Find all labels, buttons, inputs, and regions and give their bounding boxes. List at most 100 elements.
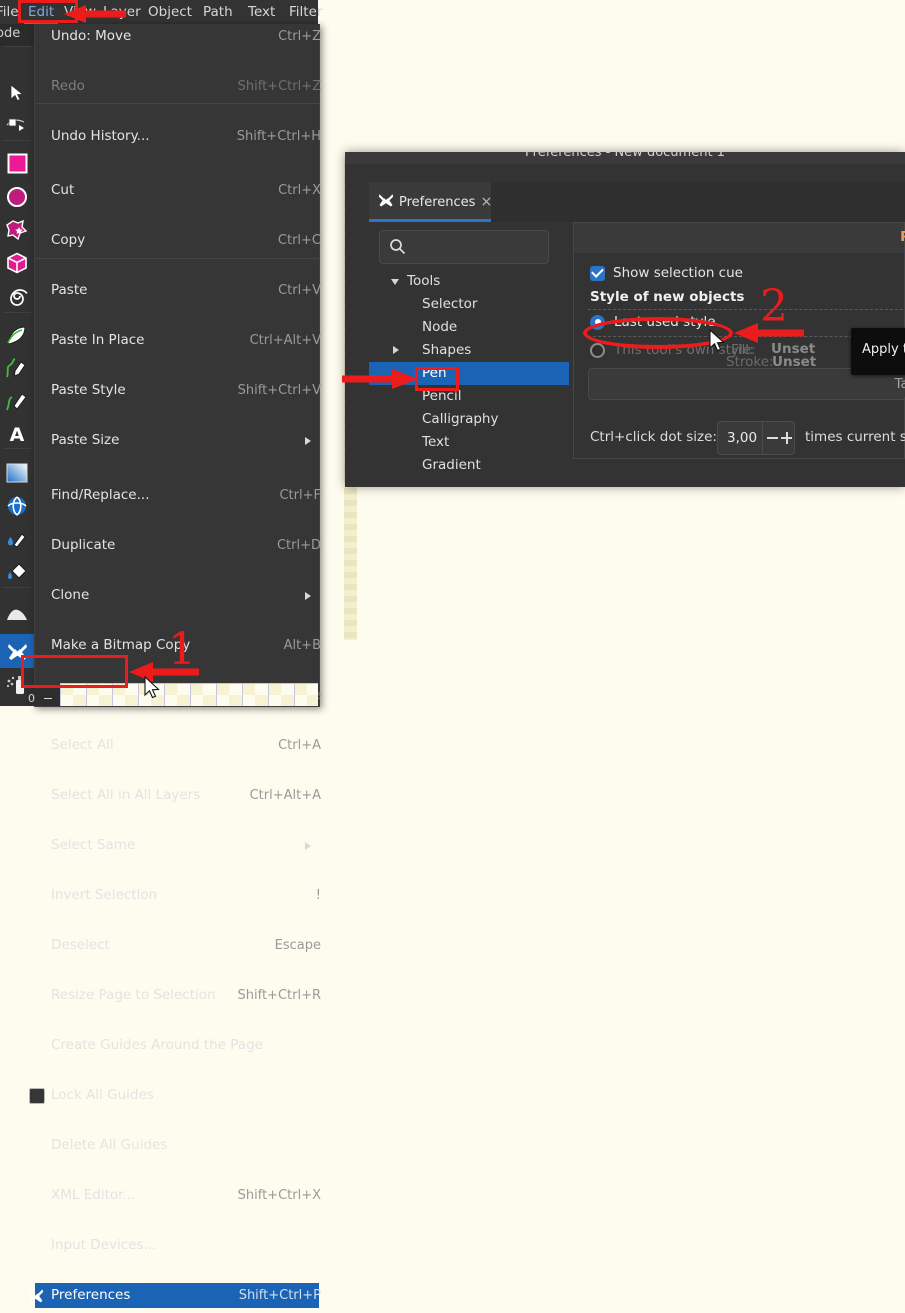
show-selection-cue-row[interactable]: Show selection cue	[590, 265, 743, 281]
mouse-cursor-prefs	[709, 329, 725, 352]
node-editor-icon	[6, 118, 25, 131]
tree-item-shapes[interactable]: Shapes	[369, 339, 569, 362]
pane-content: Show selection cue Style of new objects …	[573, 253, 905, 459]
calligraphy-tool-button[interactable]	[0, 384, 34, 418]
menu-item-label: Create Guides Around the Page	[51, 1037, 263, 1053]
paintbucket-tool-button[interactable]	[0, 555, 34, 589]
menu-item-label: Find/Replace...	[51, 487, 150, 503]
eyedropper-icon	[8, 533, 26, 548]
star-tool-button[interactable]	[0, 213, 34, 247]
ellipse-tool-button[interactable]	[0, 180, 34, 214]
selector-tool-button[interactable]	[0, 76, 34, 110]
chevron-right-icon[interactable]	[393, 346, 399, 354]
menu-item-lock-all-guides[interactable]: Lock All Guides	[29, 1083, 319, 1108]
dot-size-value[interactable]: 3,00	[727, 430, 757, 446]
dropper-tool-button[interactable]	[0, 522, 34, 556]
menu-item-accel: Shift+Ctrl+X	[237, 1188, 321, 1203]
tree-item-node[interactable]: Node	[369, 316, 569, 339]
3dbox-tool-button[interactable]	[0, 246, 34, 280]
menu-item-accel: Ctrl+V	[278, 283, 321, 298]
menu-path[interactable]: Path	[197, 0, 239, 24]
menu-filter[interactable]: Filter	[283, 0, 328, 24]
search-input[interactable]	[379, 230, 549, 264]
menu-item-select-all-layers[interactable]: Select All in All Layers Ctrl+Alt+A	[35, 783, 321, 808]
node-tool-button[interactable]	[0, 108, 34, 142]
preferences-window-title: Preferences - New document 1	[525, 152, 725, 160]
menu-item-paste-style[interactable]: Paste Style Shift+Ctrl+V	[35, 378, 321, 403]
menu-item-resize-page[interactable]: Resize Page to Selection Shift+Ctrl+R	[35, 983, 322, 1008]
dot-size-label: Ctrl+click dot size:	[590, 429, 717, 445]
cube-icon	[7, 252, 27, 274]
pen-bezier-icon	[7, 326, 26, 345]
spiral-tool-button[interactable]	[0, 279, 34, 313]
tree-item-selector[interactable]: Selector	[369, 293, 569, 316]
menu-item-paste-size[interactable]: Paste Size	[35, 428, 319, 453]
rectangle-tool-button[interactable]	[0, 146, 34, 180]
tab-preferences[interactable]: Preferences ×	[369, 182, 492, 222]
dot-size-spinner[interactable]: 3,00	[717, 421, 795, 455]
tree-item-text[interactable]: Text	[369, 431, 569, 454]
menu-item-copy[interactable]: Copy Ctrl+C	[35, 228, 321, 253]
annotation-arrow-pen	[342, 369, 418, 389]
plus-icon-vertical[interactable]	[786, 432, 788, 444]
menu-item-invert-selection[interactable]: Invert Selection !	[35, 883, 321, 908]
text-tool-button[interactable]: A	[0, 417, 34, 451]
menu-item-select-all[interactable]: Select All Ctrl+A	[35, 733, 321, 758]
menu-item-duplicate[interactable]: Duplicate Ctrl+D	[35, 533, 321, 558]
preferences-titlebar[interactable]: Preferences - New document 1	[345, 152, 905, 164]
menu-item-clone[interactable]: Clone	[35, 583, 319, 608]
menu-item-paste-in-place[interactable]: Paste In Place Ctrl+Alt+V	[35, 328, 321, 353]
menu-item-redo[interactable]: Redo Shift+Ctrl+Z	[35, 74, 321, 99]
menu-item-accel: !	[315, 888, 321, 903]
menu-item-accel: Shift+Ctrl+P	[238, 1288, 321, 1303]
annotation-arrow-last-used-style	[734, 323, 804, 343]
menu-item-paste[interactable]: Paste Ctrl+V	[35, 278, 321, 303]
minus-icon[interactable]	[767, 437, 778, 439]
menu-item-create-guides[interactable]: Create Guides Around the Page	[35, 1033, 319, 1058]
menu-item-select-same[interactable]: Select Same	[35, 833, 319, 858]
checkbox-icon[interactable]	[29, 1088, 45, 1104]
menu-item-label: Delete All Guides	[51, 1137, 168, 1153]
menu-item-deselect[interactable]: Deselect Escape	[35, 933, 321, 958]
menu-item-label: Copy	[51, 232, 86, 248]
menu-item-cut[interactable]: Cut Ctrl+X	[35, 178, 321, 203]
menu-item-accel: Ctrl+Alt+A	[249, 788, 321, 803]
menu-object[interactable]: Object	[142, 0, 198, 24]
menu-item-label: Paste Size	[51, 432, 120, 448]
close-icon[interactable]: ×	[480, 195, 492, 209]
tree-item-label: Node	[422, 319, 458, 335]
menu-item-undo-history[interactable]: Undo History... Shift+Ctrl+H	[35, 124, 321, 149]
menu-item-accel: Shift+Ctrl+H	[236, 129, 321, 144]
tree-item-gradient[interactable]: Gradient	[369, 454, 569, 477]
menu-item-accel: Alt+B	[283, 638, 321, 653]
horizontal-ruler[interactable]: 0	[26, 686, 60, 706]
preferences-left-pane: Tools Selector Node Shapes Pen Pencil Ca…	[369, 222, 569, 487]
chevron-down-icon[interactable]	[391, 279, 399, 285]
menu-item-accel: Ctrl+X	[278, 183, 321, 198]
menu-item-undo-move[interactable]: Undo: Move Ctrl+Z	[35, 24, 321, 49]
menu-text[interactable]: Text	[242, 0, 281, 24]
gradient-tool-button[interactable]	[0, 456, 34, 490]
checkbox-checked-icon[interactable]	[590, 265, 605, 281]
menu-item-find-replace[interactable]: Find/Replace... Ctrl+F	[35, 483, 321, 508]
pencil-tool-button[interactable]	[0, 351, 34, 385]
menu-item-preferences[interactable]: Preferences Shift+Ctrl+P	[27, 1283, 321, 1308]
pen-tool-button[interactable]	[0, 318, 34, 352]
menu-item-accel: Shift+Ctrl+R	[237, 988, 322, 1003]
tweak-cloud-icon	[7, 609, 27, 620]
menu-item-xml-editor[interactable]: XML Editor... Shift+Ctrl+X	[35, 1183, 321, 1208]
menu-separator	[35, 258, 319, 259]
text-A-icon: A	[10, 424, 25, 444]
mesh-tool-button[interactable]	[0, 489, 34, 523]
tree-item-tools[interactable]: Tools	[369, 270, 569, 293]
menu-item-label: XML Editor...	[51, 1187, 136, 1203]
submenu-arrow-icon	[305, 436, 311, 445]
tree-item-calligraphy[interactable]: Calligraphy	[369, 408, 569, 431]
menu-item-delete-all-guides[interactable]: Delete All Guides	[35, 1133, 319, 1158]
menu-item-label: Clone	[51, 587, 90, 603]
tweak-tool-button[interactable]	[0, 596, 34, 630]
menu-item-accel: Shift+Ctrl+Z	[237, 79, 321, 94]
mesh-gradient-icon	[7, 496, 27, 516]
radio-unselected-icon[interactable]	[590, 342, 605, 358]
menu-item-input-devices[interactable]: Input Devices...	[35, 1233, 319, 1258]
